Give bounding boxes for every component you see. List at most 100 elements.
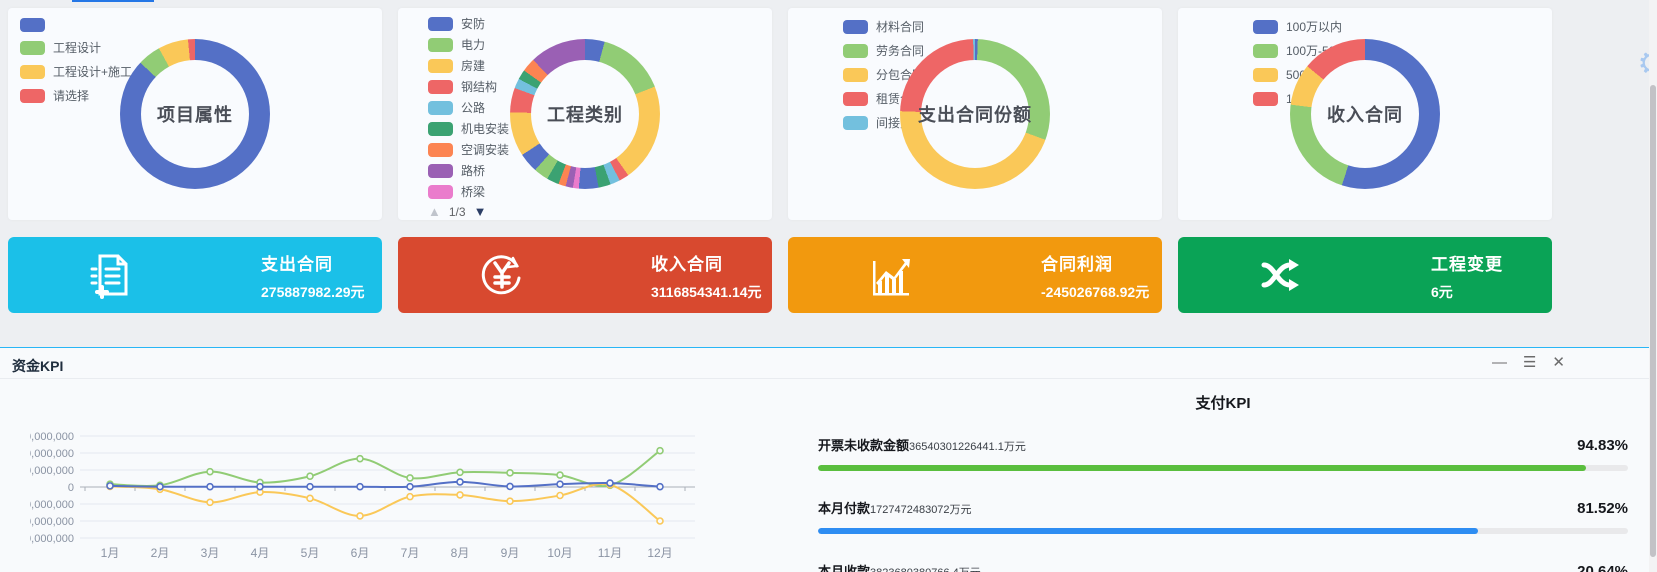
kpi-card-expense-contract[interactable]: 支出合同 275887982.29元 (8, 237, 382, 313)
legend-label: 安防 (461, 15, 485, 32)
dashboard-page: 工程设计 工程设计+施工 请选择 项目属性 安防 电力 房建 钢结构 公路 机电… (0, 0, 1657, 572)
legend-item[interactable]: 工程设计+施工 (20, 63, 132, 80)
refresh-yuan-icon (478, 251, 526, 299)
donut-chart-project-category[interactable]: 工程类别 (510, 39, 660, 189)
page-indicator: 1/3 (449, 205, 466, 219)
payment-percent: 94.83% (1577, 437, 1628, 454)
payment-amount: 36540301226441.1万元 (909, 438, 1026, 454)
legend-item[interactable]: 劳务合同 (843, 42, 924, 59)
panel-income-contract: 100万以内 100万-500万 500万-1000万 1000万 收入合同 (1178, 8, 1552, 220)
legend-swatch (843, 44, 868, 58)
legend-item[interactable]: 房建 (428, 57, 509, 74)
svg-text:12月: 12月 (647, 546, 672, 560)
svg-text:6月: 6月 (351, 546, 370, 560)
legend-swatch (428, 80, 453, 94)
top-accent-line (72, 0, 154, 2)
legend-item[interactable]: 空调安装 (428, 141, 509, 158)
svg-text:60,000,000: 60,000,000 (30, 448, 74, 460)
legend-swatch (428, 101, 453, 115)
legend-item[interactable]: 路桥 (428, 162, 509, 179)
page-down-icon[interactable]: ▼ (474, 204, 487, 219)
legend-item[interactable]: 机电安装 (428, 120, 509, 137)
legend-swatch (20, 41, 45, 55)
payment-row: 本月收款 3823680380766.4万元 20.64% (818, 561, 1628, 572)
payment-amount: 1727472483072万元 (870, 501, 972, 517)
legend-swatch (843, 20, 868, 34)
legend-swatch (428, 59, 453, 73)
legend-swatch (843, 68, 868, 82)
kpi-value: 3116854341.14元 (651, 282, 762, 302)
legend-swatch (428, 143, 453, 157)
donut-hole: 工程类别 (531, 60, 639, 168)
svg-text:9月: 9月 (501, 546, 520, 560)
kpi-value: 6元 (1431, 282, 1503, 302)
kpi-card-project-change[interactable]: 工程变更 6元 (1178, 237, 1552, 313)
kpi-card-income-contract[interactable]: 收入合同 3116854341.14元 (398, 237, 772, 313)
legend-item[interactable]: 100万以内 (1253, 18, 1361, 35)
legend-item[interactable]: 安防 (428, 15, 509, 32)
legend-item[interactable]: 材料合同 (843, 18, 924, 35)
legend-label: 钢结构 (461, 78, 497, 95)
fund-line-chart[interactable]: 90,000,00060,000,00030,000,0000-30,000,0… (30, 398, 710, 568)
donut-chart-project-attribute[interactable]: 项目属性 (120, 39, 270, 189)
payment-kpi-section: 支付KPI 开票未收款金额 36540301226441.1万元 94.83% … (818, 392, 1628, 572)
donut-chart-expense-contract-share[interactable]: 支出合同份额 (900, 39, 1050, 189)
legend-label: 房建 (461, 57, 485, 74)
panel-project-attribute: 工程设计 工程设计+施工 请选择 项目属性 (8, 8, 382, 220)
donut-hole: 收入合同 (1311, 60, 1419, 168)
payment-label: 开票未收款金额 (818, 435, 909, 454)
donut-chart-income-contract[interactable]: 收入合同 (1290, 39, 1440, 189)
shuffle-icon (1258, 251, 1306, 299)
kpi-card-contract-profit[interactable]: 合同利润 -245026768.92元 (788, 237, 1162, 313)
payment-label: 本月付款 (818, 498, 870, 517)
legend-label: 工程设计 (53, 39, 101, 56)
legend-label: 材料合同 (876, 18, 924, 35)
svg-text:11月: 11月 (598, 546, 622, 560)
payment-amount: 3823680380766.4万元 (870, 564, 981, 572)
payment-kpi-title: 支付KPI (818, 392, 1628, 413)
legend-swatch (20, 89, 45, 103)
legend-item[interactable]: 钢结构 (428, 78, 509, 95)
svg-text:1月: 1月 (101, 546, 120, 560)
page-up-icon[interactable]: ▲ (428, 204, 441, 219)
svg-text:2月: 2月 (151, 546, 170, 560)
legend: 安防 电力 房建 钢结构 公路 机电安装 空调安装 路桥 桥梁 ▲ 1/3 ▼ (428, 15, 509, 219)
kpi-title: 工程变更 (1431, 250, 1503, 275)
svg-text:90,000,000: 90,000,000 (30, 431, 74, 443)
kpi-value: -245026768.92元 (1041, 282, 1149, 302)
legend-label: 请选择 (53, 87, 89, 104)
payment-bar-track (818, 465, 1628, 471)
svg-text:-90,000,000: -90,000,000 (30, 533, 74, 545)
donut-center-title: 支出合同份额 (918, 101, 1032, 127)
minimize-icon[interactable]: — (1492, 354, 1507, 372)
legend-item[interactable]: 请选择 (20, 87, 132, 104)
scrollbar-thumb[interactable] (1650, 85, 1656, 557)
legend-item[interactable]: 公路 (428, 99, 509, 116)
svg-text:7月: 7月 (401, 546, 420, 560)
svg-text:30,000,000: 30,000,000 (30, 465, 74, 477)
payment-row: 开票未收款金额 36540301226441.1万元 94.83% (818, 435, 1628, 471)
legend-item[interactable]: 桥梁 (428, 183, 509, 200)
legend-swatch (428, 185, 453, 199)
kpi-title: 收入合同 (651, 250, 762, 275)
payment-bar-fill (818, 465, 1586, 471)
svg-text:5月: 5月 (301, 546, 320, 560)
svg-text:-30,000,000: -30,000,000 (30, 499, 74, 511)
scrollbar (1649, 0, 1657, 572)
legend-label: 电力 (461, 36, 485, 53)
legend-label: 机电安装 (461, 120, 509, 137)
legend-swatch (428, 17, 453, 31)
menu-icon[interactable]: ☰ (1523, 354, 1536, 372)
legend-item[interactable]: 工程设计 (20, 39, 132, 56)
legend-item[interactable]: 电力 (428, 36, 509, 53)
kpi-value: 275887982.29元 (261, 282, 365, 302)
donut-hole: 项目属性 (141, 60, 249, 168)
svg-text:4月: 4月 (251, 546, 270, 560)
close-icon[interactable]: ✕ (1552, 354, 1565, 372)
legend-label: 路桥 (461, 162, 485, 179)
payment-bar-track (818, 528, 1628, 534)
legend: 工程设计 工程设计+施工 请选择 (20, 18, 132, 111)
legend-item[interactable] (20, 18, 132, 32)
legend-label: 100万以内 (1286, 18, 1342, 35)
chart-growth-icon (868, 251, 916, 299)
